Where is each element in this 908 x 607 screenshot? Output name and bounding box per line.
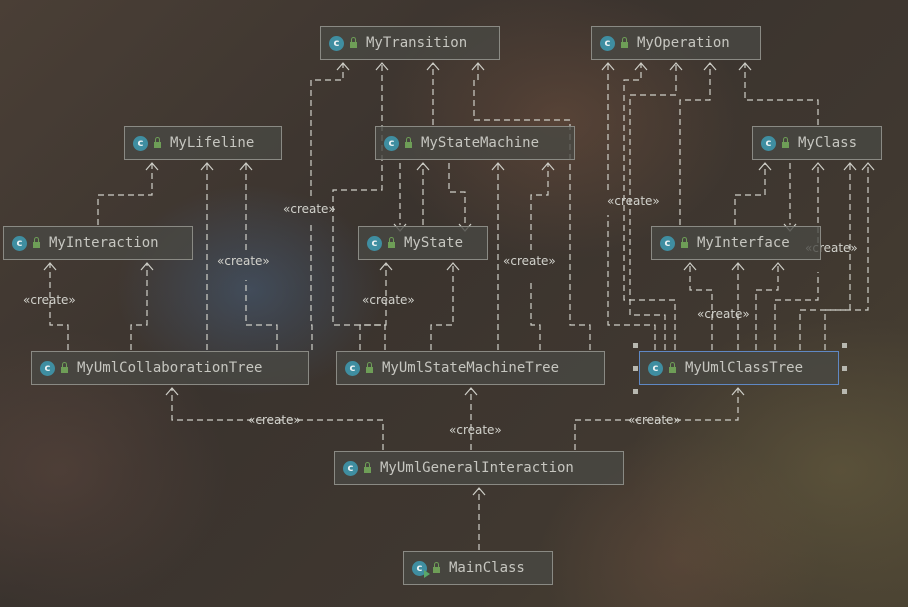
class-icon: c — [12, 235, 27, 251]
lock-icon — [154, 137, 161, 148]
edge-label-create: «create» — [362, 293, 415, 307]
class-name: MyInteraction — [49, 235, 159, 251]
class-icon: c — [343, 460, 358, 476]
class-icon: c — [384, 135, 399, 151]
resize-handle-top-right[interactable] — [842, 343, 847, 348]
class-icon: c — [648, 360, 663, 376]
class-node-mystate[interactable]: c MyState — [358, 226, 488, 260]
class-name: MyOperation — [637, 35, 730, 51]
class-node-myumlcollaborationtree[interactable]: c MyUmlCollaborationTree — [31, 351, 309, 385]
edge-smtree-to-transition-3 — [473, 63, 591, 350]
class-icon: c — [660, 235, 675, 251]
edge-collab-to-interaction-2 — [130, 263, 148, 350]
class-icon: c — [329, 35, 344, 51]
edge-smtree-to-state-2 — [430, 263, 454, 350]
class-node-mytransition[interactable]: c MyTransition — [320, 26, 500, 60]
lock-icon — [364, 462, 371, 473]
resize-handle-left[interactable] — [633, 366, 638, 371]
class-icon: c — [600, 35, 615, 51]
class-node-myclass[interactable]: c MyClass — [752, 126, 882, 160]
edge-label-create: «create» — [283, 202, 336, 216]
resize-handle-bottom-right[interactable] — [842, 389, 847, 394]
lock-icon — [782, 137, 789, 148]
edge-label-create: «create» — [23, 293, 76, 307]
lock-icon — [433, 562, 440, 573]
class-node-myumlclasstree[interactable]: c MyUmlClassTree — [639, 351, 839, 385]
edge-label-create: «create» — [248, 413, 301, 427]
lock-icon — [621, 37, 628, 48]
dependency-edges — [43, 62, 875, 550]
edge-label-create: «create» — [217, 254, 270, 268]
class-node-mystatemachine[interactable]: c MyStateMachine — [375, 126, 575, 160]
class-node-myinterface[interactable]: c MyInterface — [651, 226, 821, 260]
class-node-myoperation[interactable]: c MyOperation — [591, 26, 761, 60]
lock-icon — [350, 37, 357, 48]
resize-handle-bottom-left[interactable] — [633, 389, 638, 394]
class-icon: c — [133, 135, 148, 151]
class-name: MyInterface — [697, 235, 790, 251]
lock-icon — [681, 237, 688, 248]
class-icon: c — [345, 360, 360, 376]
resize-handle-right[interactable] — [842, 366, 847, 371]
edge-interaction-to-lifeline — [97, 163, 153, 225]
lock-icon — [388, 237, 395, 248]
edge-class-to-operation — [744, 63, 819, 125]
class-icon: c — [761, 135, 776, 151]
class-node-mainclass[interactable]: c MainClass — [403, 551, 553, 585]
class-name: MyUmlCollaborationTree — [77, 360, 263, 376]
class-name: MyStateMachine — [421, 135, 540, 151]
class-name: MainClass — [449, 560, 525, 576]
edge-interface-to-operation — [679, 63, 711, 225]
class-node-myinteraction[interactable]: c MyInteraction — [3, 226, 193, 260]
edge-label-create: «create» — [449, 423, 502, 437]
lock-icon — [366, 362, 373, 373]
class-icon: c — [40, 360, 55, 376]
edge-label-create: «create» — [607, 194, 660, 208]
class-name: MyTransition — [366, 35, 468, 51]
edge-statemachine-to-state-2 — [448, 163, 466, 225]
class-node-myumlgeneralinteraction[interactable]: c MyUmlGeneralInteraction — [334, 451, 624, 485]
class-node-mylifeline[interactable]: c MyLifeline — [124, 126, 282, 160]
class-name: MyUmlStateMachineTree — [382, 360, 560, 376]
class-node-myumlstatemachinetree[interactable]: c MyUmlStateMachineTree — [336, 351, 605, 385]
edge-label-create: «create» — [628, 413, 681, 427]
class-name: MyLifeline — [170, 135, 255, 151]
lock-icon — [61, 362, 68, 373]
lock-icon — [33, 237, 40, 248]
edge-label-create: «create» — [503, 254, 556, 268]
edge-interface-to-class — [734, 163, 766, 225]
class-name: MyUmlClassTree — [685, 360, 804, 376]
class-name: MyUmlGeneralInteraction — [380, 460, 574, 476]
resize-handle-top-left[interactable] — [633, 343, 638, 348]
lock-icon — [669, 362, 676, 373]
class-icon: c — [367, 235, 382, 251]
runnable-class-icon: c — [412, 560, 430, 578]
edge-label-create: «create» — [697, 307, 750, 321]
class-name: MyState — [404, 235, 464, 251]
edge-classtree-to-class-3 — [824, 163, 869, 350]
lock-icon — [405, 137, 412, 148]
class-name: MyClass — [798, 135, 858, 151]
